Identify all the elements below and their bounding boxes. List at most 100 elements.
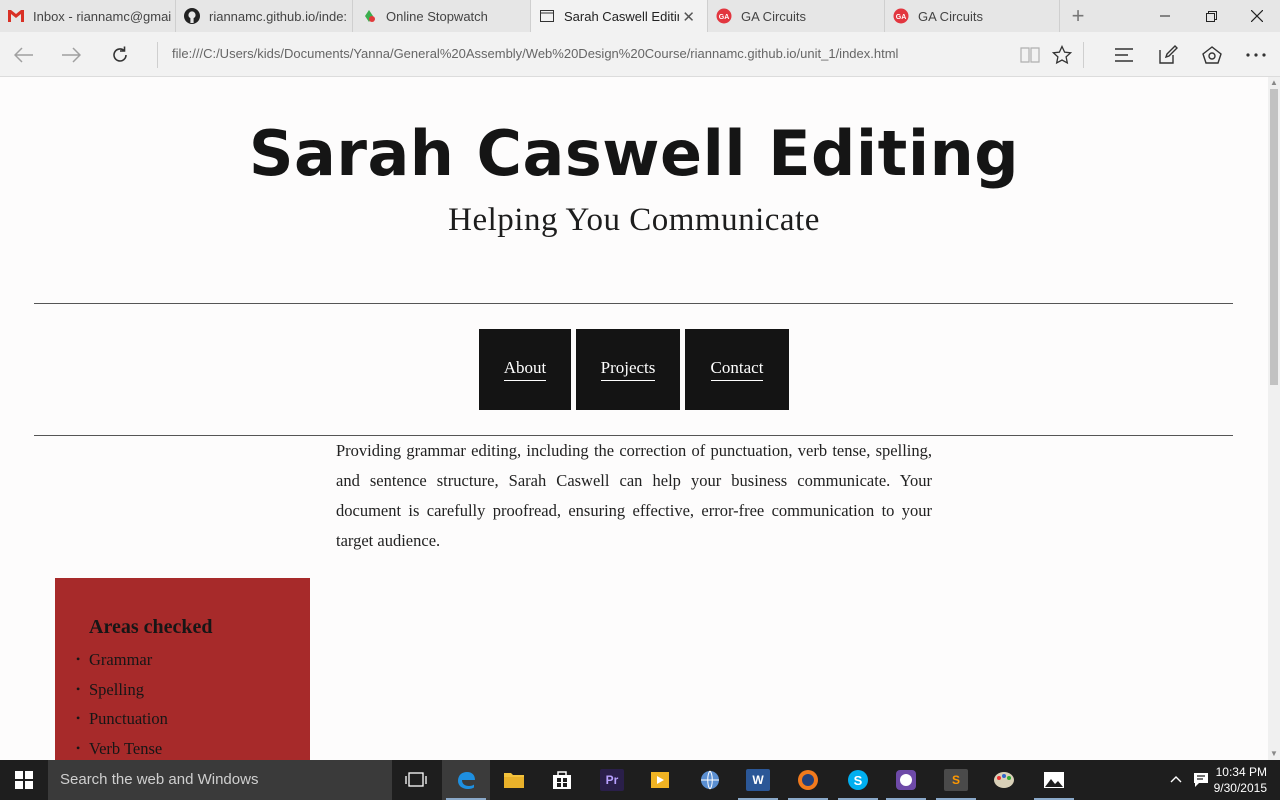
svg-text:GA: GA	[896, 14, 907, 21]
refresh-icon	[113, 46, 127, 62]
svg-text:S: S	[854, 773, 863, 788]
tab-title: GA Circuits	[918, 8, 984, 24]
tab-bar: Inbox - riannamc@gmai riannamc.github.io…	[0, 0, 1280, 32]
tab-github[interactable]: riannamc.github.io/inde:	[176, 0, 353, 32]
firefox-icon	[798, 770, 818, 790]
forward-arrow-icon	[62, 47, 81, 63]
video-icon	[651, 772, 669, 788]
store-icon	[553, 771, 571, 789]
folder-icon	[504, 773, 524, 788]
restore-button[interactable]	[1188, 0, 1234, 32]
taskbar: Search the web and Windows Pr W S S 10:3…	[0, 760, 1280, 800]
web-note-button[interactable]	[1154, 41, 1182, 69]
main-nav: About Projects Contact	[479, 329, 794, 410]
new-tab-button[interactable]: +	[1060, 0, 1096, 32]
more-button[interactable]	[1242, 41, 1270, 69]
svg-text:GA: GA	[719, 14, 730, 21]
share-icon	[1202, 46, 1222, 64]
vertical-scrollbar[interactable]: ▲ ▼	[1268, 77, 1280, 760]
close-window-button[interactable]	[1234, 0, 1280, 32]
ga-icon: GA	[893, 8, 909, 24]
premiere-app[interactable]: Pr	[588, 760, 636, 800]
header-divider	[34, 303, 1233, 304]
nav-contact-label[interactable]: Contact	[710, 358, 764, 381]
browser-globe-app[interactable]	[686, 760, 734, 800]
nav-about-label[interactable]: About	[503, 358, 547, 381]
gmail-icon	[8, 8, 24, 24]
sublime-text-app[interactable]: S	[932, 760, 980, 800]
reading-view-button[interactable]	[1016, 41, 1044, 69]
start-button[interactable]	[0, 760, 48, 800]
photos-app[interactable]	[1030, 760, 1078, 800]
video-app[interactable]	[636, 760, 684, 800]
web-note-icon	[1159, 45, 1178, 64]
areas-checked-list: Grammar Spelling Punctuation Verb Tense	[76, 645, 310, 760]
chevron-up-icon[interactable]	[1164, 774, 1188, 786]
tab-title: Inbox - riannamc@gmai	[33, 8, 172, 24]
tab-stopwatch[interactable]: Online Stopwatch	[353, 0, 531, 32]
hub-icon	[1115, 48, 1133, 62]
list-item: Punctuation	[76, 704, 310, 734]
list-item: Verb Tense	[76, 734, 310, 760]
url-field[interactable]: file:///C:/Users/kids/Documents/Yanna/Ge…	[172, 46, 898, 61]
tab-sarah-caswell[interactable]: Sarah Caswell Editin ✕	[531, 0, 708, 32]
action-center-icon[interactable]	[1188, 772, 1214, 788]
task-view-button[interactable]	[392, 760, 440, 800]
firefox-app[interactable]	[784, 760, 832, 800]
store-app[interactable]	[538, 760, 586, 800]
edge-icon	[458, 772, 475, 789]
word-app[interactable]: W	[734, 760, 782, 800]
tab-title: Sarah Caswell Editin	[564, 8, 679, 24]
list-item: Grammar	[76, 645, 310, 675]
scroll-down-icon[interactable]: ▼	[1268, 748, 1280, 760]
scrollbar-thumb[interactable]	[1270, 89, 1278, 385]
tab-title: riannamc.github.io/inde:	[209, 8, 348, 24]
refresh-button[interactable]	[106, 41, 134, 69]
back-button[interactable]	[10, 41, 38, 69]
tab-gmail[interactable]: Inbox - riannamc@gmai	[0, 0, 176, 32]
more-icon	[1246, 53, 1266, 57]
taskbar-search[interactable]: Search the web and Windows	[48, 760, 392, 800]
file-explorer-app[interactable]	[490, 760, 538, 800]
nav-contact[interactable]: Contact	[685, 329, 789, 410]
photos-icon	[1044, 772, 1064, 788]
paint-palette-icon	[994, 772, 1014, 788]
reading-view-icon	[1020, 47, 1040, 63]
ga-icon: GA	[716, 8, 732, 24]
address-bar: file:///C:/Users/kids/Documents/Yanna/Ge…	[0, 32, 1280, 77]
github-icon	[184, 8, 200, 24]
paint-app[interactable]	[980, 760, 1028, 800]
minimize-button[interactable]	[1142, 0, 1188, 32]
tab-ga-circuits-1[interactable]: GA GA Circuits	[708, 0, 885, 32]
window-controls	[1142, 0, 1280, 32]
hub-button[interactable]	[1110, 41, 1138, 69]
scroll-up-icon[interactable]: ▲	[1268, 77, 1280, 89]
nav-about[interactable]: About	[479, 329, 571, 410]
github-desktop-app[interactable]	[882, 760, 930, 800]
tab-title: Online Stopwatch	[386, 8, 488, 24]
github-desktop-icon	[896, 770, 916, 790]
clock[interactable]: 10:34 PM 9/30/2015	[1214, 764, 1280, 796]
tab-ga-circuits-2[interactable]: GA GA Circuits	[885, 0, 1060, 32]
system-tray: 10:34 PM 9/30/2015	[1164, 760, 1280, 800]
favorite-button[interactable]	[1048, 41, 1076, 69]
site-title: Sarah Caswell Editing	[248, 117, 1020, 190]
forward-button[interactable]	[57, 41, 85, 69]
list-item: Spelling	[76, 675, 310, 705]
skype-app[interactable]: S	[834, 760, 882, 800]
page-viewport: Sarah Caswell Editing Helping You Commun…	[0, 77, 1268, 760]
toolbar-separator	[1083, 42, 1084, 68]
page-icon	[539, 8, 555, 24]
stopwatch-icon	[361, 8, 377, 24]
areas-checked-heading: Areas checked	[89, 616, 213, 638]
clock-date: 9/30/2015	[1213, 781, 1267, 795]
close-tab-icon[interactable]: ✕	[682, 8, 695, 26]
nav-projects[interactable]: Projects	[576, 329, 680, 410]
word-icon: W	[746, 769, 770, 791]
edge-app[interactable]	[442, 760, 490, 800]
url-separator	[157, 42, 158, 68]
nav-projects-label[interactable]: Projects	[600, 358, 656, 381]
share-button[interactable]	[1198, 41, 1226, 69]
intro-paragraph: Providing grammar editing, including the…	[336, 441, 932, 550]
back-arrow-icon	[14, 47, 33, 63]
